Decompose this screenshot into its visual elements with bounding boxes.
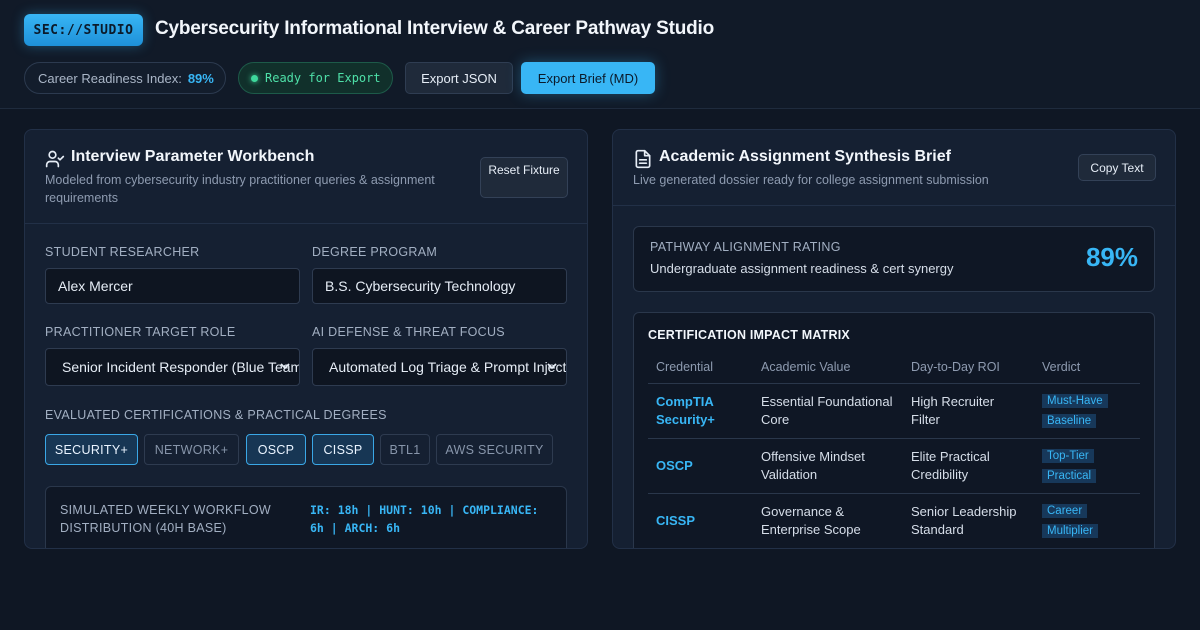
credential-cell: CISSP bbox=[648, 493, 753, 548]
brief-subtitle: Live generated dossier ready for college… bbox=[633, 173, 989, 187]
rating-value: 89% bbox=[1085, 242, 1138, 272]
column-header: Credential bbox=[648, 353, 753, 384]
matrix-title: Certification Impact Matrix bbox=[648, 328, 850, 342]
roi-cell: Senior Leadership Standard bbox=[903, 493, 1034, 548]
column-header: Verdict bbox=[1034, 353, 1140, 384]
table-row: CompTIA Security+ Essential Foundational… bbox=[648, 383, 1140, 439]
workbench-title: Interview Parameter Workbench bbox=[71, 148, 315, 165]
user-check-icon bbox=[45, 150, 65, 168]
status-badge-label: Ready for Export bbox=[265, 71, 381, 85]
verdict-cell: Top-Tier Practical bbox=[1034, 438, 1140, 494]
readiness-label: Career Readiness Index: bbox=[38, 70, 182, 86]
focus-label: AI Defense & Threat Focus bbox=[312, 325, 505, 339]
rating-label: Pathway Alignment Rating bbox=[650, 240, 841, 254]
academic-value-cell: Governance & Enterprise Scope bbox=[753, 493, 903, 548]
role-select[interactable]: Senior Incident Responder (Blue Team) bbox=[45, 348, 300, 386]
table-row: OSCP Offensive Mindset Validation Elite … bbox=[648, 438, 1140, 494]
app-logo: SEC://STUDIO bbox=[24, 14, 143, 46]
workbench-subtitle: Modeled from cybersecurity industry prac… bbox=[45, 173, 435, 205]
academic-value-cell: Essential Foundational Core bbox=[753, 383, 903, 439]
interview-workbench-panel: Interview Parameter Workbench Modeled fr… bbox=[24, 129, 588, 549]
export-json-button[interactable]: Export JSON bbox=[405, 62, 513, 94]
verdict-cell: Career Multiplier bbox=[1034, 493, 1140, 548]
roi-cell: High Recruiter Filter bbox=[903, 383, 1034, 439]
readiness-pill: Career Readiness Index: 89% bbox=[24, 62, 226, 94]
rating-subtitle: Undergraduate assignment readiness & cer… bbox=[650, 261, 954, 276]
reset-fixture-button[interactable]: Reset Fixture bbox=[480, 157, 568, 198]
synthesis-brief-panel: Academic Assignment Synthesis Brief Live… bbox=[612, 129, 1176, 549]
table-row: CISSP Governance & Enterprise Scope Seni… bbox=[648, 493, 1140, 548]
column-header: Day-to-Day ROI bbox=[903, 353, 1034, 384]
readiness-value: 89% bbox=[187, 70, 214, 86]
focus-select-value: Automated Log Triage & Prompt Injection bbox=[329, 359, 567, 375]
app-header: SEC://STUDIO Cybersecurity Informational… bbox=[0, 0, 1200, 109]
cert-chip-security-plus[interactable]: Security+ bbox=[45, 434, 138, 465]
credential-cell: CompTIA Security+ bbox=[648, 383, 753, 439]
credential-cell: OSCP bbox=[648, 438, 753, 494]
degree-label: Degree Program bbox=[312, 245, 438, 259]
focus-select[interactable]: Automated Log Triage & Prompt Injection bbox=[312, 348, 567, 386]
pathway-rating-card: Pathway Alignment Rating Undergraduate a… bbox=[633, 226, 1155, 292]
chevron-down-icon bbox=[280, 363, 290, 370]
verdict-badge: Top-Tier Practical bbox=[1042, 448, 1097, 483]
certification-matrix: Certification Impact Matrix Credential A… bbox=[633, 312, 1155, 548]
brief-title: Academic Assignment Synthesis Brief bbox=[659, 148, 951, 165]
student-label: Student Researcher bbox=[45, 245, 200, 259]
workflow-value: IR: 18h | HUNT: 10h | COMPLIANCE: 6h | A… bbox=[310, 503, 539, 535]
status-badge: Ready for Export bbox=[238, 62, 393, 94]
document-icon bbox=[635, 149, 651, 169]
matrix-table: Credential Academic Value Day-to-Day ROI… bbox=[648, 353, 1140, 548]
roi-cell: Elite Practical Credibility bbox=[903, 438, 1034, 494]
cert-chip-btl1[interactable]: BTL1 bbox=[380, 434, 430, 465]
verdict-badge: Career Multiplier bbox=[1042, 503, 1099, 538]
cert-chip-network-plus[interactable]: Network+ bbox=[144, 434, 239, 465]
cert-chip-oscp[interactable]: OSCP bbox=[246, 434, 306, 465]
role-select-value: Senior Incident Responder (Blue Team) bbox=[62, 359, 300, 375]
copy-text-button[interactable]: Copy Text bbox=[1078, 154, 1156, 181]
workbench-header: Interview Parameter Workbench Modeled fr… bbox=[25, 130, 587, 224]
export-brief-button[interactable]: Export Brief (MD) bbox=[521, 62, 655, 94]
brief-header: Academic Assignment Synthesis Brief Live… bbox=[613, 130, 1175, 206]
verdict-badge: Must-Have Baseline bbox=[1042, 393, 1108, 428]
chevron-down-icon bbox=[547, 363, 557, 370]
status-dot-icon bbox=[251, 74, 258, 82]
student-input[interactable]: Alex Mercer bbox=[45, 268, 300, 304]
matrix-header-row: Credential Academic Value Day-to-Day ROI… bbox=[648, 353, 1140, 384]
academic-value-cell: Offensive Mindset Validation bbox=[753, 438, 903, 494]
certs-label: Evaluated Certifications & Practical Deg… bbox=[45, 408, 387, 422]
degree-input[interactable]: B.S. Cybersecurity Technology bbox=[312, 268, 567, 304]
workflow-distribution-card: Simulated Weekly Workflow Distribution (… bbox=[45, 486, 567, 548]
workflow-label: Simulated Weekly Workflow Distribution (… bbox=[60, 503, 271, 535]
cert-chip-aws-security[interactable]: AWS Security bbox=[436, 434, 553, 465]
role-label: Practitioner Target Role bbox=[45, 325, 236, 339]
verdict-cell: Must-Have Baseline bbox=[1034, 383, 1140, 439]
cert-chip-cissp[interactable]: CISSP bbox=[312, 434, 374, 465]
app-title: Cybersecurity Informational Interview & … bbox=[155, 18, 715, 39]
column-header: Academic Value bbox=[753, 353, 903, 384]
